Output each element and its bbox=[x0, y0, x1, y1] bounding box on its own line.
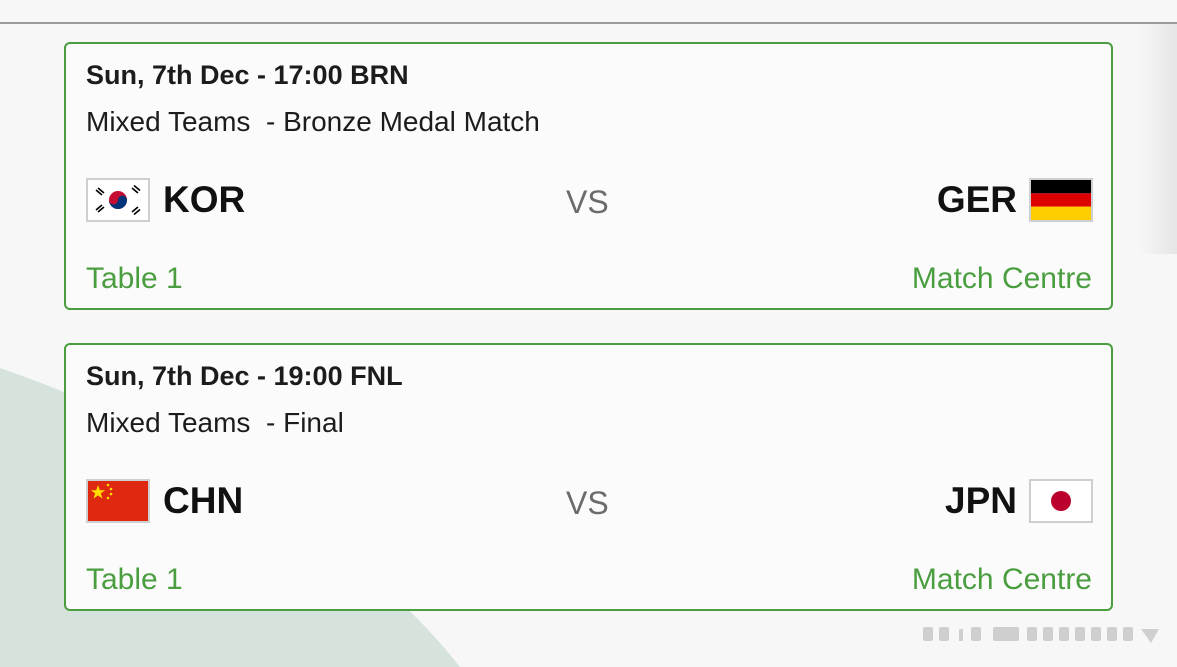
table-link[interactable]: Table 1 bbox=[86, 262, 183, 296]
away-team-code: GER bbox=[936, 179, 1017, 220]
watermark-logo bbox=[923, 627, 1159, 643]
home-team-code: CHN bbox=[163, 480, 244, 521]
match-centre-link[interactable]: Match Centre bbox=[912, 563, 1092, 597]
match-centre-link[interactable]: Match Centre bbox=[912, 262, 1092, 296]
china-flag-icon bbox=[86, 479, 150, 523]
match-event: Mixed Teams - Bronze Medal Match bbox=[86, 106, 540, 137]
match-datetime: Sun, 7th Dec - 17:00 BRN bbox=[86, 60, 409, 90]
japan-flag-icon bbox=[1029, 479, 1093, 523]
top-divider bbox=[0, 22, 1177, 24]
match-event: Mixed Teams - Final bbox=[86, 407, 344, 438]
away-team-code: JPN bbox=[945, 480, 1017, 521]
scroll-shadow bbox=[1137, 24, 1177, 254]
germany-flag-icon bbox=[1029, 178, 1093, 222]
match-card-final[interactable]: Sun, 7th Dec - 19:00 FNL Mixed Teams - F… bbox=[64, 343, 1113, 611]
table-link[interactable]: Table 1 bbox=[86, 563, 183, 597]
south-korea-flag-icon bbox=[86, 178, 150, 222]
match-datetime: Sun, 7th Dec - 19:00 FNL bbox=[86, 361, 403, 391]
vs-label: VS bbox=[566, 184, 609, 220]
home-team-code: KOR bbox=[163, 179, 246, 220]
match-card-bronze[interactable]: Sun, 7th Dec - 17:00 BRN Mixed Teams - B… bbox=[64, 42, 1113, 310]
vs-label: VS bbox=[566, 485, 609, 521]
